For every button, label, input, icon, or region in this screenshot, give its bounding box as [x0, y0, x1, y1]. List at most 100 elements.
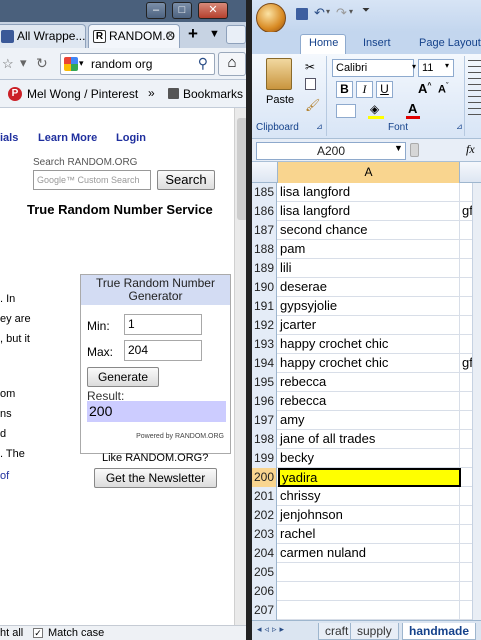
row-header[interactable]: 191: [252, 297, 277, 316]
row-header[interactable]: 189: [252, 259, 277, 278]
selected-cell[interactable]: yadira: [278, 468, 461, 487]
nav-link-partial[interactable]: ials: [0, 132, 18, 144]
cell-a[interactable]: rebecca: [278, 392, 460, 411]
row-header[interactable]: 196: [252, 392, 277, 411]
nav-link-learn-more[interactable]: Learn More: [38, 132, 97, 144]
name-box-dropdown-icon[interactable]: ▼: [394, 143, 403, 153]
chevron-right-icon[interactable]: »: [148, 86, 155, 100]
cell-a[interactable]: happy crochet chic: [278, 335, 460, 354]
cell-a[interactable]: carmen nuland: [278, 544, 460, 563]
undo-icon[interactable]: ↶: [314, 5, 325, 21]
min-input[interactable]: 1: [124, 314, 202, 335]
undo-dropdown-icon[interactable]: ▾: [326, 7, 330, 16]
new-tab-button[interactable]: +: [188, 24, 198, 44]
cell-a[interactable]: deserae: [278, 278, 460, 297]
bookmarks-menu[interactable]: Bookmarks: [183, 87, 243, 101]
menu-button[interactable]: [226, 25, 246, 44]
row-header[interactable]: 206: [252, 582, 277, 601]
row-header[interactable]: 187: [252, 221, 277, 240]
engine-dropdown-icon[interactable]: ▾: [79, 58, 84, 69]
powered-by-link[interactable]: Powered by RANDOM.ORG: [136, 433, 224, 440]
browser-tab-allwrapped[interactable]: All Wrappe...: [0, 24, 86, 48]
nav-link-login[interactable]: Login: [116, 132, 146, 144]
browser-tab-random[interactable]: R RANDOM.O ✕: [88, 24, 180, 48]
name-box[interactable]: A200: [256, 142, 406, 160]
cell-a[interactable]: [278, 582, 460, 601]
customize-toolbar-icon[interactable]: ⏷: [362, 5, 370, 16]
row-header[interactable]: 185: [252, 183, 277, 202]
tab-list-dropdown-icon[interactable]: ▼: [209, 28, 220, 40]
row-header[interactable]: 205: [252, 563, 277, 582]
site-search-input[interactable]: Google™ Custom Search: [33, 170, 151, 190]
cell-a[interactable]: [278, 601, 460, 620]
sheet-tab-supply[interactable]: supply: [350, 623, 399, 640]
font-size-dropdown-icon[interactable]: ▾: [445, 61, 449, 70]
sheet-navigation-icons[interactable]: ◂◃▹▸: [257, 624, 287, 635]
cell-a[interactable]: chrissy: [278, 487, 460, 506]
decrease-font-icon[interactable]: Aˇ: [438, 83, 448, 96]
reload-icon[interactable]: ↻: [36, 55, 48, 72]
site-search-button[interactable]: Search: [157, 170, 215, 190]
row-header[interactable]: 204: [252, 544, 277, 563]
bookmark-pinterest[interactable]: Mel Wong / Pinterest: [27, 87, 138, 101]
highlight-all-option[interactable]: ht all: [0, 626, 23, 640]
cell-a[interactable]: [278, 563, 460, 582]
match-case-checkbox[interactable]: ✓: [33, 628, 43, 638]
row-header[interactable]: 186: [252, 202, 277, 221]
cell-a[interactable]: jane of all trades: [278, 430, 460, 449]
cut-icon[interactable]: ✂: [305, 60, 315, 74]
insert-function-icon[interactable]: fx: [466, 142, 475, 157]
sheet-tab-handmade[interactable]: handmade: [402, 623, 477, 640]
save-icon[interactable]: [296, 8, 308, 20]
text-link-fragment[interactable]: of: [0, 470, 9, 482]
close-tab-icon[interactable]: ✕: [166, 25, 175, 47]
paste-icon[interactable]: [266, 58, 292, 90]
tab-page-layout[interactable]: Page Layout: [419, 37, 481, 49]
cell-a[interactable]: becky: [278, 449, 460, 468]
cell-a[interactable]: amy: [278, 411, 460, 430]
row-header[interactable]: 192: [252, 316, 277, 335]
max-input[interactable]: 204: [124, 340, 202, 361]
tab-home[interactable]: Home: [309, 37, 338, 49]
search-icon[interactable]: ⚲: [198, 55, 208, 72]
cell-a[interactable]: rebecca: [278, 373, 460, 392]
row-header[interactable]: 199: [252, 449, 277, 468]
borders-icon[interactable]: [336, 104, 356, 118]
row-header[interactable]: 193: [252, 335, 277, 354]
maximize-button[interactable]: □: [172, 2, 192, 19]
tab-insert[interactable]: Insert: [363, 37, 391, 49]
row-header[interactable]: 198: [252, 430, 277, 449]
row-header[interactable]: 197: [252, 411, 277, 430]
cell-a[interactable]: rachel: [278, 525, 460, 544]
row-header[interactable]: 200: [252, 468, 277, 487]
bold-button[interactable]: B: [336, 81, 353, 98]
cell-a[interactable]: second chance: [278, 221, 460, 240]
home-button[interactable]: ⌂: [218, 52, 246, 76]
office-button[interactable]: [256, 3, 286, 33]
font-dialog-launcher-icon[interactable]: ⊿: [456, 122, 463, 131]
cell-a[interactable]: jcarter: [278, 316, 460, 335]
bookmark-star-icon[interactable]: ☆: [2, 56, 14, 72]
row-header[interactable]: 194: [252, 354, 277, 373]
cell-a[interactable]: lili: [278, 259, 460, 278]
cell-a[interactable]: gypsyjolie: [278, 297, 460, 316]
row-header[interactable]: 203: [252, 525, 277, 544]
generate-button[interactable]: Generate: [87, 367, 159, 387]
redo-icon[interactable]: ↷: [336, 5, 347, 21]
cell-a[interactable]: lisa langford: [278, 183, 460, 202]
row-header[interactable]: 190: [252, 278, 277, 297]
dialog-launcher-icon[interactable]: ⊿: [316, 122, 323, 131]
underline-button[interactable]: U: [376, 81, 393, 98]
font-name-select[interactable]: Calibri: [332, 59, 414, 77]
dropdown-arrow-icon[interactable]: ▾: [20, 55, 27, 71]
format-painter-icon[interactable]: 🖌: [305, 98, 320, 112]
cell-a[interactable]: lisa langford: [278, 202, 460, 221]
cell-a[interactable]: pam: [278, 240, 460, 259]
minimize-button[interactable]: –: [146, 2, 166, 19]
newsletter-button[interactable]: Get the Newsletter: [94, 468, 217, 488]
select-all-corner[interactable]: [252, 162, 278, 183]
column-header-a[interactable]: A: [278, 162, 460, 183]
row-header[interactable]: 202: [252, 506, 277, 525]
cell-a[interactable]: jenjohnson: [278, 506, 460, 525]
close-button[interactable]: ✕: [198, 2, 228, 19]
